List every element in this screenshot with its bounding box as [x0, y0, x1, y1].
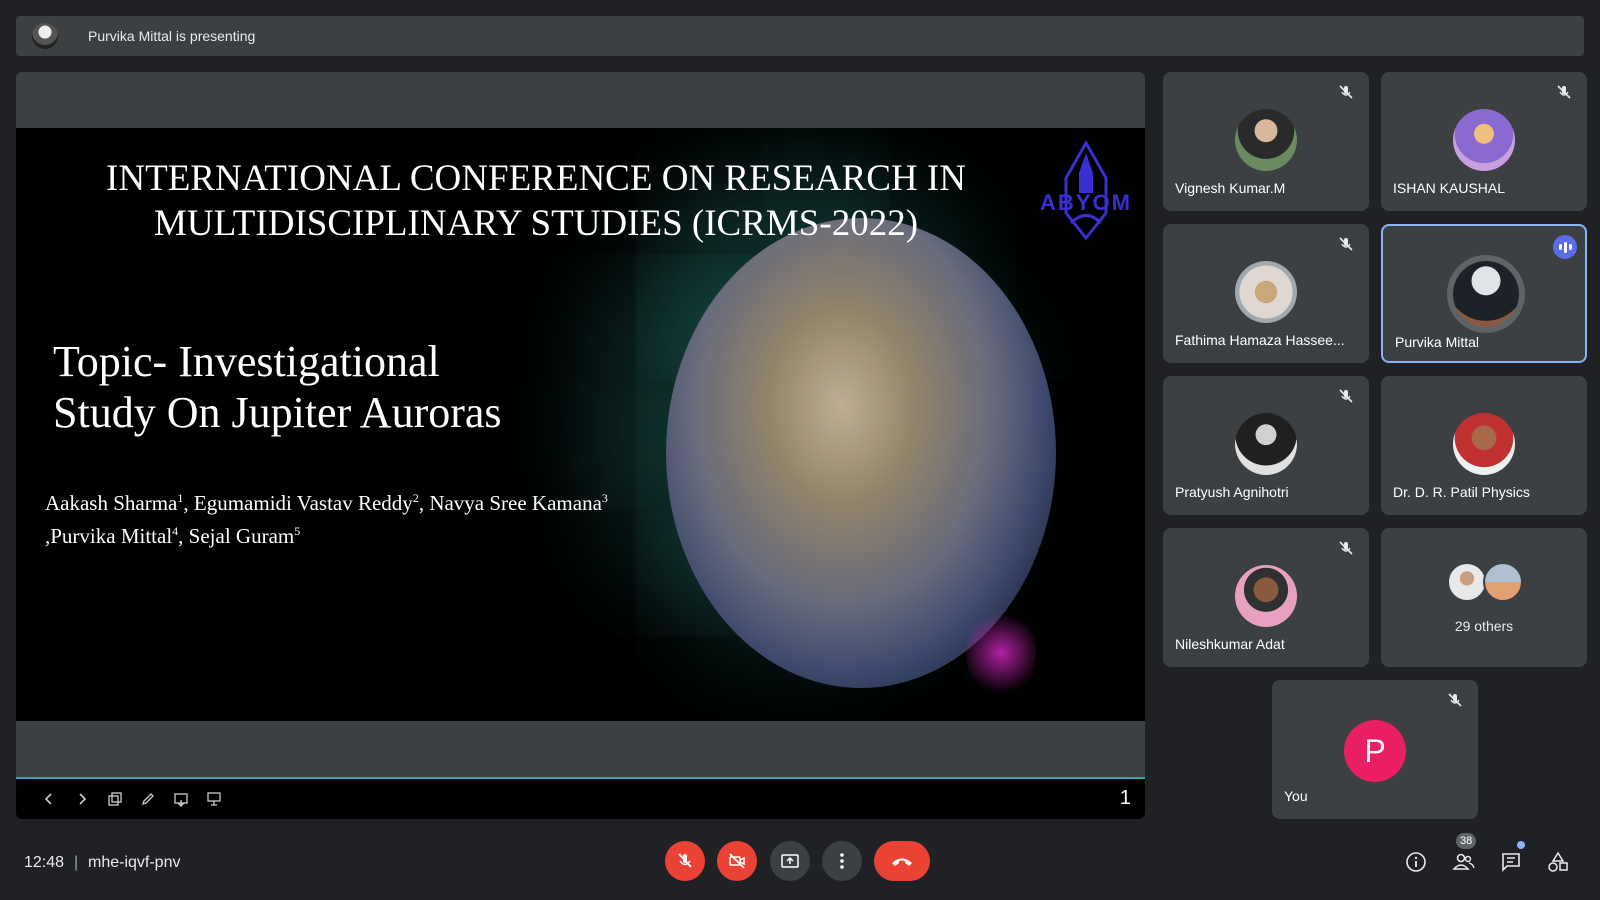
- self-name: You: [1284, 788, 1308, 804]
- participant-avatar: [1453, 261, 1519, 327]
- other-avatar: [1483, 562, 1523, 602]
- pen-icon[interactable]: [131, 785, 164, 813]
- participant-tile[interactable]: Fathima Hamaza Hassee...: [1163, 224, 1369, 363]
- participant-avatar: [1235, 109, 1297, 171]
- clock-time: 12:48: [24, 854, 65, 871]
- authors-line-2: ,Purvika Mittal4, Sejal Guram5: [45, 517, 608, 550]
- chat-icon: [1502, 853, 1520, 872]
- participant-tile[interactable]: Vignesh Kumar.M: [1163, 72, 1369, 211]
- next-slide-icon[interactable]: [65, 785, 98, 813]
- people-count-badge: 38: [1456, 833, 1477, 849]
- author-name: Aakash Sharma: [45, 491, 178, 515]
- presenting-text: Purvika Mittal is presenting: [88, 28, 256, 44]
- mic-off-icon: [678, 853, 692, 868]
- participant-avatar: [1235, 565, 1297, 627]
- others-count: 29 others: [1454, 618, 1514, 634]
- meeting-code: mhe-iqvf-pnv: [88, 854, 181, 871]
- participant-name: Pratyush Agnihotri: [1175, 484, 1289, 500]
- microphone-toggle-button[interactable]: [665, 841, 705, 881]
- participant-avatar: [1453, 109, 1515, 171]
- camera-off-icon: [729, 853, 745, 869]
- author-sup: 3: [601, 491, 608, 505]
- topic-line-1: Topic- Investigational: [53, 337, 440, 386]
- participant-tile-speaking[interactable]: Purvika Mittal: [1381, 224, 1587, 363]
- chat-button[interactable]: [1498, 849, 1524, 875]
- slides-overview-icon[interactable]: [98, 785, 131, 813]
- mic-off-icon: [1557, 85, 1571, 99]
- participant-tile[interactable]: Dr. D. R. Patil Physics: [1381, 376, 1587, 515]
- activities-button[interactable]: [1545, 849, 1571, 875]
- slide-title-line-1: INTERNATIONAL CONFERENCE ON RESEARCH IN: [106, 158, 966, 199]
- participant-name: Nileshkumar Adat: [1175, 636, 1285, 652]
- author-name: ,Purvika Mittal: [45, 524, 173, 548]
- slide-title: INTERNATIONAL CONFERENCE ON RESEARCH IN …: [56, 156, 1016, 246]
- participant-tile[interactable]: Nileshkumar Adat: [1163, 528, 1369, 667]
- presenting-banner: Purvika Mittal is presenting: [16, 16, 1584, 56]
- presenter-avatar: [32, 23, 58, 49]
- mic-off-icon: [1339, 389, 1353, 403]
- presentation-area: INTERNATIONAL CONFERENCE ON RESEARCH IN …: [16, 72, 1145, 819]
- mic-off-icon: [1339, 541, 1353, 555]
- camera-toggle-button[interactable]: [717, 841, 757, 881]
- speaking-indicator-icon: [1553, 235, 1577, 259]
- mic-off-icon: [1339, 237, 1353, 251]
- bottom-control-bar: 12:48 | mhe-iqvf-pnv 38: [0, 830, 1600, 900]
- participant-tile[interactable]: ISHAN KAUSHAL: [1381, 72, 1587, 211]
- people-icon: [1452, 853, 1475, 870]
- participant-name: Purvika Mittal: [1395, 334, 1480, 350]
- present-now-button[interactable]: [770, 841, 810, 881]
- screen-view-icon[interactable]: [164, 785, 197, 813]
- participant-tile[interactable]: Pratyush Agnihotri: [1163, 376, 1369, 515]
- self-tile[interactable]: P You: [1272, 680, 1478, 819]
- logo-text: ABYOM: [1040, 190, 1132, 215]
- topic-line-2: Study On Jupiter Auroras: [53, 388, 502, 437]
- participant-name: Fathima Hamaza Hassee...: [1175, 332, 1345, 348]
- others-tile[interactable]: 29 others: [1381, 528, 1587, 667]
- slide-authors: Aakash Sharma1, Egumamidi Vastav Reddy2,…: [45, 484, 608, 550]
- slide: INTERNATIONAL CONFERENCE ON RESEARCH IN …: [16, 128, 1145, 721]
- meeting-details-button[interactable]: [1403, 849, 1429, 875]
- aurora-glow: [966, 608, 1036, 698]
- slide-title-line-2: MULTIDISCIPLINARY STUDIES (ICRMS-2022): [153, 203, 919, 244]
- participant-avatar: [1235, 261, 1297, 323]
- info-icon: [1406, 852, 1426, 872]
- more-options-button[interactable]: [822, 841, 862, 881]
- presenter-view-icon[interactable]: [197, 785, 230, 813]
- author-name: , Navya Sree Kamana: [418, 491, 602, 515]
- people-button[interactable]: [1451, 849, 1477, 875]
- abyom-logo: ABYOM: [1031, 138, 1141, 248]
- participant-avatar: [1235, 413, 1297, 475]
- separator: |: [74, 854, 79, 871]
- slide-toolbar: 1: [16, 777, 1145, 819]
- present-screen-icon: [781, 854, 799, 868]
- previous-slide-icon[interactable]: [32, 785, 65, 813]
- participant-name: ISHAN KAUSHAL: [1393, 180, 1506, 196]
- author-name: , Sejal Guram: [178, 524, 295, 548]
- slide-page-number: 1: [1119, 787, 1131, 809]
- mic-off-icon: [1339, 85, 1353, 99]
- author-name: , Egumamidi Vastav Reddy: [183, 491, 413, 515]
- leave-call-button[interactable]: [874, 841, 930, 881]
- participant-name: Vignesh Kumar.M: [1175, 180, 1286, 196]
- participant-name: Dr. D. R. Patil Physics: [1393, 484, 1530, 500]
- mic-off-icon: [1448, 693, 1462, 707]
- other-avatar: [1447, 562, 1487, 602]
- chat-notification-dot: [1517, 841, 1525, 849]
- author-sup: 5: [294, 524, 301, 538]
- more-vertical-icon: [840, 853, 844, 869]
- end-call-icon: [892, 858, 912, 866]
- activities-icon: [1548, 851, 1568, 872]
- slide-topic: Topic- Investigational Study On Jupiter …: [53, 336, 502, 438]
- participant-avatar: [1453, 413, 1515, 475]
- self-avatar: P: [1344, 720, 1406, 782]
- authors-line-1: Aakash Sharma1, Egumamidi Vastav Reddy2,…: [45, 484, 608, 517]
- others-avatars: [1447, 562, 1527, 602]
